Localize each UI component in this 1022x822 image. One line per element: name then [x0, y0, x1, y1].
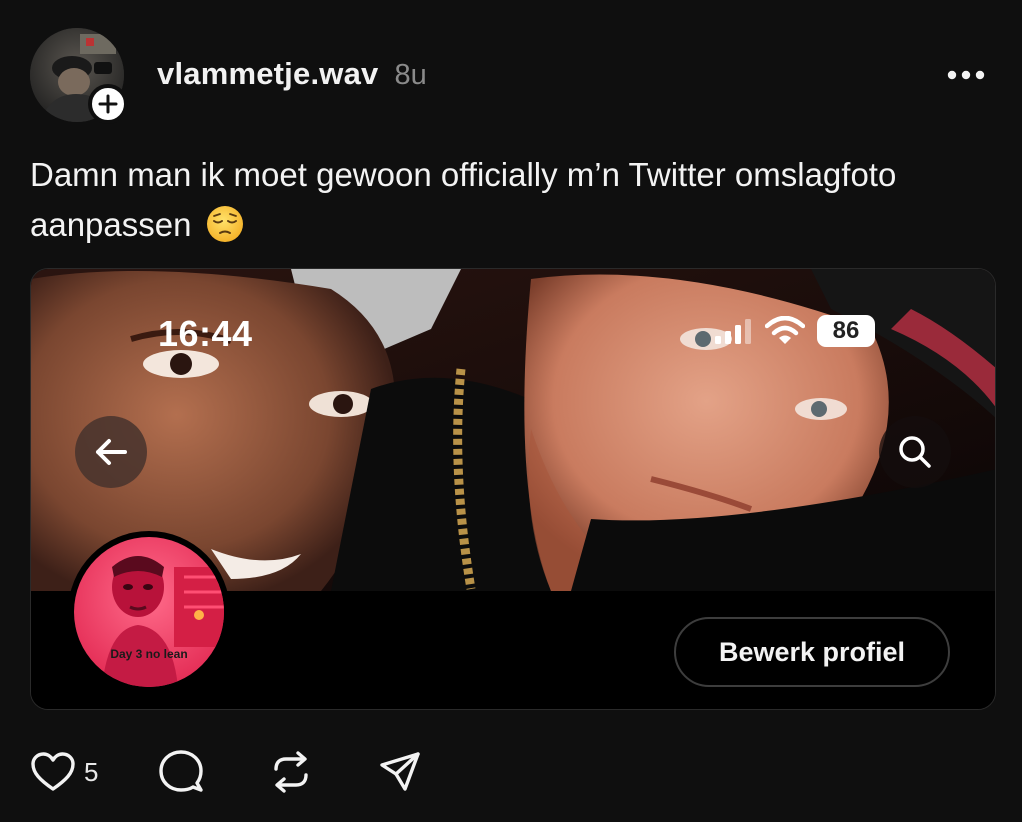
post-text: Damn man ik moet gewoon officially m’n T… [30, 150, 1000, 250]
profile-picture[interactable]: Day 3 no lean [68, 531, 230, 693]
post-timestamp: 8u [394, 59, 427, 91]
more-options-button[interactable] [946, 62, 986, 88]
post-text-content: Damn man ik moet gewoon officially m’n T… [30, 156, 897, 243]
heart-icon [31, 752, 75, 791]
follow-button[interactable] [88, 84, 128, 124]
battery-level: 86 [832, 317, 860, 344]
edit-profile-button[interactable]: Bewerk profiel [674, 617, 950, 687]
status-bar-time: 16:44 [158, 313, 253, 354]
post-action-bar: 5 [30, 748, 422, 796]
search-icon [899, 436, 931, 468]
search-button[interactable] [879, 416, 951, 488]
repost-icon [274, 751, 309, 793]
post-media-image[interactable]: 16:44 86 Day 3 no lean Bewerk profiel [30, 268, 996, 710]
author-avatar-container [30, 28, 128, 124]
profile-picture-caption: Day 3 no lean [110, 647, 188, 661]
share-icon [380, 752, 421, 791]
wifi-icon [765, 316, 805, 344]
battery-icon: 86 [817, 315, 875, 347]
like-count: 5 [84, 756, 99, 787]
more-icon [947, 70, 985, 80]
plus-icon [98, 94, 118, 114]
repost-button[interactable] [268, 749, 314, 795]
back-button[interactable] [75, 416, 147, 488]
share-button[interactable] [378, 750, 422, 794]
signal-icon [715, 319, 751, 344]
username-link[interactable]: vlammetje.wav [157, 56, 378, 92]
post-header: vlammetje.wav 8u [157, 56, 427, 92]
like-button[interactable]: 5 [30, 751, 98, 793]
back-arrow-icon [96, 439, 127, 465]
profile-picture-image: Day 3 no lean [74, 537, 224, 687]
pensive-face-emoji-icon [206, 206, 243, 242]
comment-button[interactable] [158, 749, 204, 795]
thread-post: vlammetje.wav 8u Damn man ik moet gewoon… [0, 0, 1022, 822]
status-bar-icons: 86 [715, 315, 875, 347]
comment-icon [159, 750, 204, 792]
